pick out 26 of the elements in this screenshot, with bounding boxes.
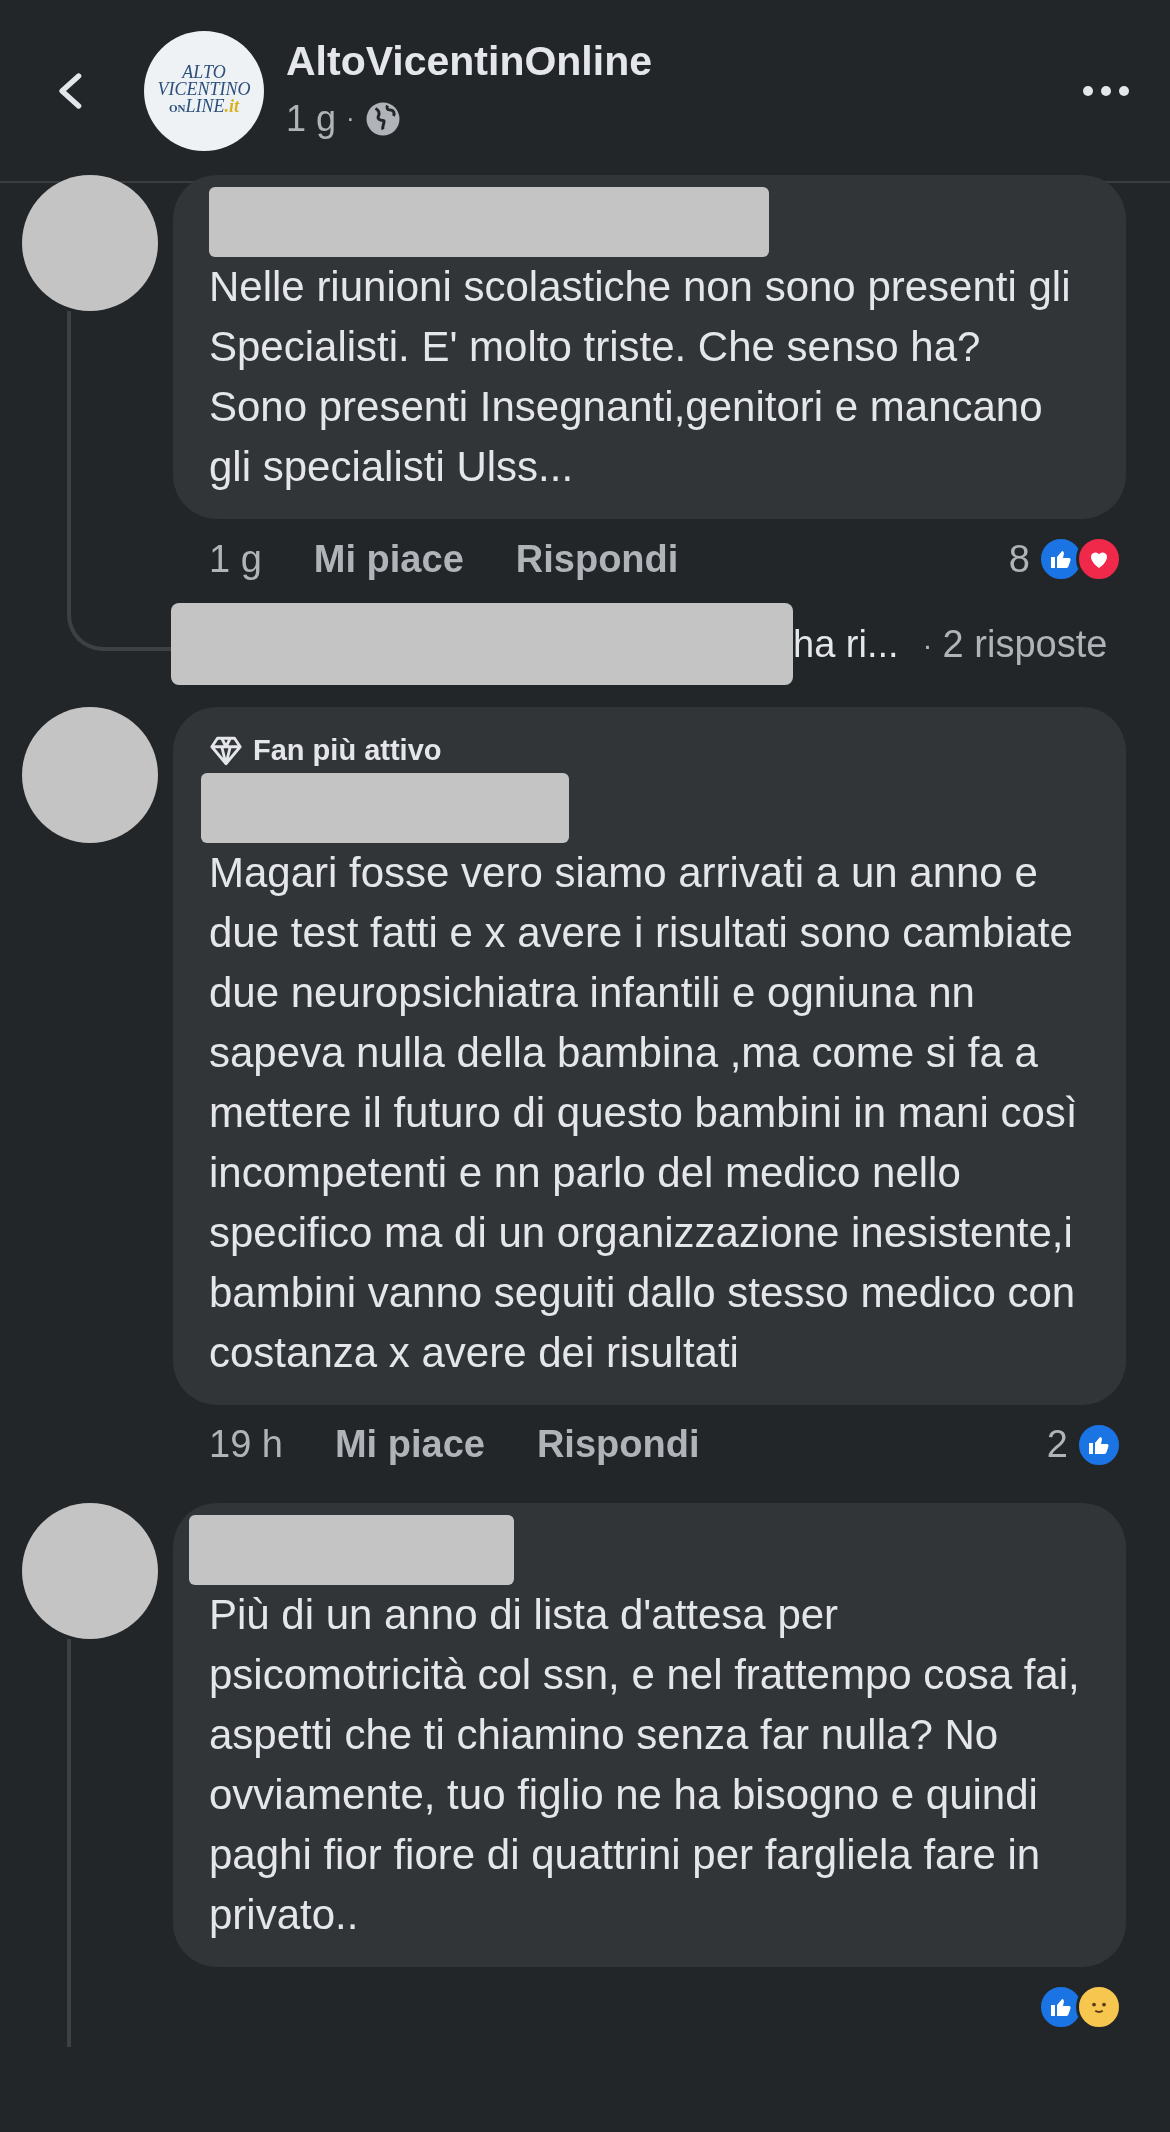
comment-time: 1 g	[209, 536, 262, 582]
more-icon[interactable]	[1082, 84, 1130, 97]
fan-label: Fan più attivo	[253, 733, 442, 768]
replies-link[interactable]: 2 risposte	[942, 615, 1108, 673]
page-name[interactable]: AltoVicentinOnline	[286, 35, 652, 86]
logo-text: ALTO	[182, 64, 226, 81]
comment-text: Magari fosse vero siamo arrivati a un anno e due test fatti e x avere i risultati sono cambiate due neuropsichiatra infantili e ogniuna nn sapeva nulla della bambina ,ma come si fa a mettere il futuro di questo bambini in mani così incompetenti e nn parlo del medico nello specifico ma di un organizzazione inesistente,i bambini vanno seguiti dallo stesso medico con costanza x avere dei risultati	[209, 847, 1079, 1378]
comment-text: Nelle riunioni scolastiche non sono presenti gli Specialisti. E' molto triste. Che senso ha? Sono presenti Insegnanti,genitori e mancano gli specialisti Ulss...	[209, 262, 1072, 492]
globe-icon	[364, 100, 401, 137]
logo-text: VICENTINO	[157, 81, 251, 98]
logo-text: ON	[169, 102, 186, 116]
reply-preview[interactable]: ha ri...	[793, 615, 899, 673]
reply-link[interactable]: Rispondi	[536, 1416, 700, 1473]
post-time: 1 g	[286, 96, 337, 141]
reaction-count: 2	[1046, 1422, 1068, 1467]
separator-dot: ·	[922, 626, 933, 663]
like-link[interactable]: Mi piace	[334, 1416, 485, 1473]
comment-time: 19 h	[209, 1422, 283, 1467]
logo-text: LINE	[185, 98, 225, 115]
reaction-count: 8	[1008, 536, 1030, 582]
separator-dot: ·	[346, 102, 355, 135]
logo-text: .it	[224, 98, 239, 115]
comment-text: Più di un anno di lista d'attesa per psicomotricità col ssn, e nel frattempo cosa fai, aspetti che ti chiamino senza far nulla? No ovviamente, tuo figlio ne ha bisogno e quindi paghi fior fiore di quattrini per fargliela fare in privato..	[209, 1589, 1081, 1940]
page-logo[interactable]: ALTO VICENTINO ONLINE.it	[144, 30, 264, 151]
like-link[interactable]: Mi piace	[313, 530, 464, 588]
reply-link[interactable]: Rispondi	[515, 530, 679, 588]
